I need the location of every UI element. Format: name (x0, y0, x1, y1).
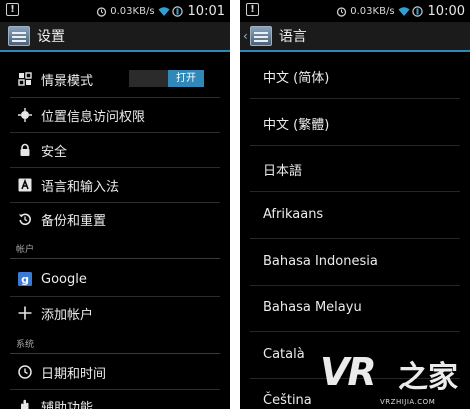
account-item-google[interactable]: g Google (0, 268, 230, 290)
profile-grid-icon (18, 72, 32, 86)
divider (250, 285, 460, 286)
keyboard-a-icon (18, 178, 32, 192)
divider (10, 97, 220, 98)
plus-icon (18, 306, 32, 320)
battery-icon (411, 5, 423, 17)
settings-item-label: 语言和输入法 (41, 179, 120, 195)
page-title: 语言 (278, 29, 307, 45)
page-title: 设置 (37, 29, 65, 45)
section-header-accounts: 帐户 (16, 245, 35, 255)
system-item-label: 辅助功能 (41, 400, 94, 409)
backup-restore-icon (18, 212, 32, 226)
language-item[interactable]: 日本語 (263, 160, 302, 179)
language-item[interactable]: Bahasa Indonesia (263, 254, 378, 269)
divider (250, 145, 460, 146)
settings-item-backup-reset[interactable]: 备份和重置 (0, 208, 230, 230)
location-icon (18, 108, 32, 122)
warning-icon: ! (6, 3, 19, 16)
settings-item-label: 备份和重置 (41, 213, 107, 229)
settings-item-label: 位置信息访问权限 (41, 109, 146, 125)
watermark-brand: VR (320, 350, 377, 394)
language-screen: ! 0.03KB/s 10:00 ‹ 语言 中文 (简体) 中文 (繁體) 日本… (240, 0, 470, 409)
settings-app-icon[interactable] (249, 26, 272, 46)
system-item-label: 日期和时间 (41, 366, 107, 382)
network-speed: 0.03KB/s (350, 5, 395, 17)
watermark-url: VRZHIJIA.COM (380, 398, 436, 406)
language-item[interactable]: Afrikaans (263, 207, 323, 222)
watermark-brand-han: 之家 (398, 360, 458, 395)
section-header-system: 系统 (16, 340, 35, 350)
wifi-icon (398, 6, 410, 17)
system-item-accessibility[interactable]: 辅助功能 (0, 395, 230, 409)
actionbar-divider (0, 50, 230, 52)
divider (250, 331, 460, 332)
toggle-on-label: 打开 (168, 70, 204, 87)
settings-item-security[interactable]: 安全 (0, 139, 230, 161)
settings-item-profiles[interactable]: 情景模式 打开 (0, 68, 230, 90)
settings-item-location[interactable]: 位置信息访问权限 (0, 104, 230, 126)
settings-screen: ! 0.03KB/s 10:01 设置 情景模式 打开 位置信息访问权限 安全 … (0, 0, 230, 409)
svg-text:g: g (21, 273, 29, 286)
action-bar: 设置 (0, 22, 230, 50)
alarm-icon (336, 6, 347, 17)
settings-item-label: 情景模式 (41, 73, 94, 89)
battery-icon (171, 5, 183, 17)
lock-icon (18, 143, 32, 157)
language-item[interactable]: Català (263, 347, 305, 362)
google-icon: g (18, 272, 32, 286)
profiles-toggle[interactable]: 打开 (129, 70, 204, 87)
watermark-logo: VR 之家 VRZHIJIA.COM (320, 350, 470, 409)
divider (250, 238, 460, 239)
network-speed: 0.03KB/s (110, 5, 155, 17)
language-item[interactable]: Bahasa Melayu (263, 300, 362, 315)
divider (250, 98, 460, 99)
language-item[interactable]: Čeština (263, 393, 312, 408)
alarm-icon (96, 6, 107, 17)
wifi-icon (158, 6, 170, 17)
language-item[interactable]: 中文 (繁體) (263, 114, 329, 133)
divider (250, 191, 460, 192)
divider (10, 132, 220, 133)
warning-icon: ! (246, 3, 259, 16)
account-item-label: Google (41, 271, 87, 287)
actionbar-divider (240, 50, 470, 52)
account-item-add[interactable]: 添加帐户 (0, 302, 230, 324)
clock-time: 10:00 (427, 3, 465, 19)
divider (10, 167, 220, 168)
account-item-label: 添加帐户 (41, 307, 94, 323)
divider (10, 296, 220, 297)
status-bar: ! 0.03KB/s 10:01 (0, 0, 230, 22)
action-bar: ‹ 语言 (240, 22, 470, 50)
settings-item-language-input[interactable]: 语言和输入法 (0, 174, 230, 196)
language-item[interactable]: 中文 (简体) (263, 67, 329, 86)
section-divider (10, 353, 220, 354)
divider (10, 389, 220, 390)
clock-icon (18, 365, 32, 379)
status-bar: ! 0.03KB/s 10:00 (240, 0, 470, 22)
settings-app-icon[interactable] (8, 26, 30, 46)
section-divider (10, 258, 220, 259)
clock-time: 10:01 (187, 3, 225, 19)
back-caret-icon[interactable]: ‹ (243, 29, 248, 43)
divider (10, 202, 220, 203)
system-item-date-time[interactable]: 日期和时间 (0, 361, 230, 383)
settings-item-label: 安全 (41, 144, 68, 160)
hand-icon (18, 399, 32, 409)
